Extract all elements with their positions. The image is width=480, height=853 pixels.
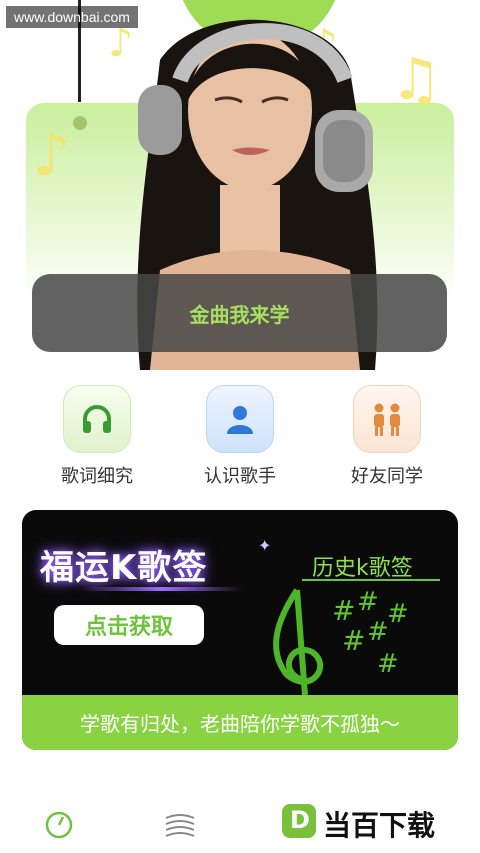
promo-footer: 学歌有归处，老曲陪你学歌不孤独～	[22, 695, 458, 750]
get-button-label: 点击获取	[84, 615, 173, 640]
title-glow-line	[82, 587, 242, 591]
hanging-bulb	[73, 116, 87, 130]
music-note-icon: ♫	[390, 45, 442, 113]
svg-text:#: #	[387, 599, 409, 629]
karaoke-promo-card[interactable]: 福运K歌签 ✦ 点击获取 历史k歌签 # # # # # # 学歌有归处，老曲陪…	[22, 510, 458, 750]
waves-icon[interactable]	[164, 810, 196, 840]
person-icon	[206, 385, 274, 453]
feature-singer[interactable]: 认识歌手	[185, 385, 295, 488]
treble-clef-icon: # # # # # #	[273, 587, 409, 696]
feature-friends[interactable]: 好友同学	[332, 385, 442, 488]
svg-text:#: #	[357, 587, 379, 617]
svg-text:#: #	[332, 594, 355, 627]
promo-footer-text: 学歌有归处，老曲陪你学歌不孤独～	[80, 712, 400, 736]
sparkle-icon: ✦	[258, 536, 272, 555]
music-note-icon: ♪	[32, 120, 71, 190]
feature-lyrics[interactable]: 歌词细究	[42, 385, 152, 488]
get-button[interactable]: 点击获取	[54, 605, 204, 645]
promo-title: 福运K歌签	[40, 548, 208, 588]
svg-text:#: #	[367, 617, 389, 647]
gauge-icon[interactable]	[44, 810, 74, 840]
downbai-logo-icon: D	[282, 804, 316, 838]
hero-banner-text: 金曲我来学	[189, 302, 290, 327]
friends-icon	[353, 385, 421, 453]
history-label[interactable]: 历史k歌签	[312, 550, 413, 582]
logo-letter: D	[290, 806, 310, 834]
feature-lyrics-label: 歌词细究	[61, 466, 133, 487]
logo-text: 当百下载	[323, 809, 436, 842]
headphones-icon	[63, 385, 131, 453]
hero-banner[interactable]: 金曲我来学	[32, 274, 447, 352]
svg-text:#: #	[342, 624, 365, 657]
site-watermark: www.downbai.com	[6, 6, 138, 28]
hero-section: ♪ ♪ ♪ ♫ ♪ ♪ 金曲我来学	[0, 0, 480, 370]
feature-row: 歌词细究 认识歌手 好友同学	[0, 385, 480, 488]
feature-friends-label: 好友同学	[351, 466, 423, 487]
svg-text:#: #	[377, 649, 399, 679]
feature-singer-label: 认识歌手	[204, 466, 276, 487]
